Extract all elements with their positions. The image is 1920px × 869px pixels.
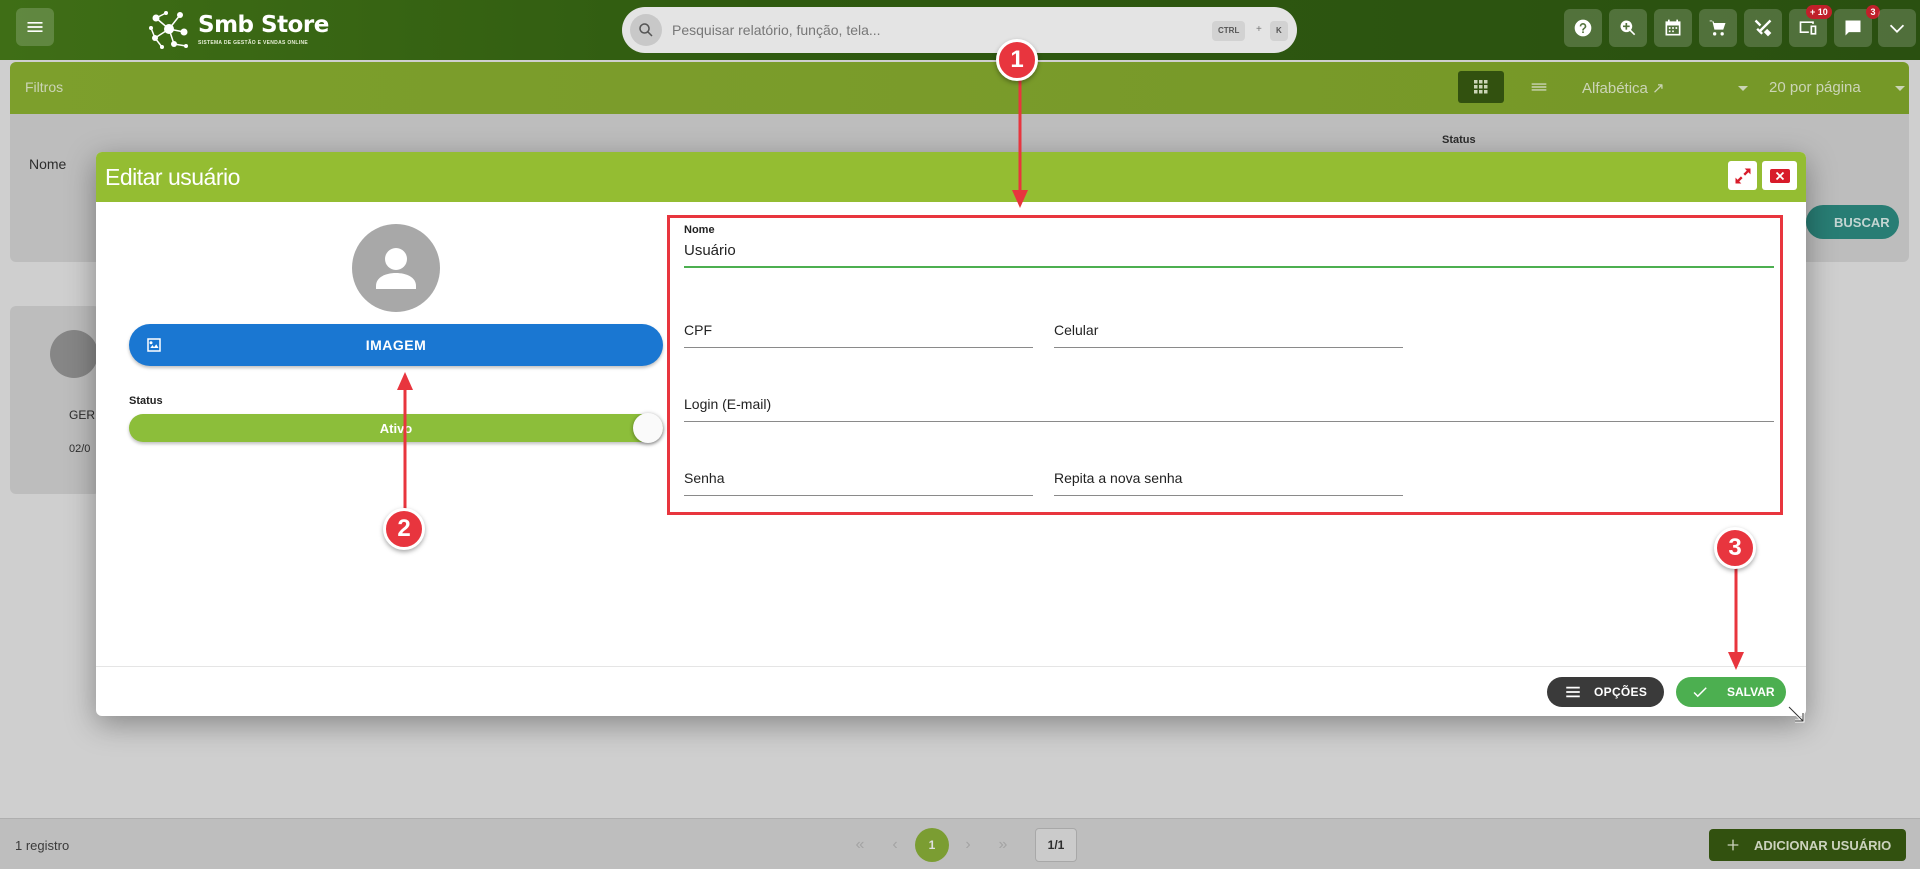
brand-logo[interactable]: Smb Store SISTEMA DE GESTÃO E VENDAS ONL… [146,6,329,52]
toggle-knob[interactable] [633,413,663,443]
save-label: SALVAR [1727,685,1775,699]
help-button[interactable] [1564,9,1602,47]
close-button[interactable] [1762,161,1797,190]
hamburger-icon [27,22,43,32]
tools-icon [1754,19,1772,37]
devices-icon [1799,21,1817,35]
devices-badge: + 10 [1806,5,1832,19]
shortcut-k: K [1270,21,1288,41]
annotation-marker-3: 3 [1714,527,1756,569]
upload-image-label: IMAGEM [365,337,427,353]
network-logo-icon [149,11,188,49]
options-label: OPÇÕES [1594,685,1648,699]
close-icon [1769,168,1790,183]
modal-header: Editar usuário [96,152,1806,202]
zoom-search-icon [1620,20,1636,36]
search-icon [630,14,662,46]
upload-image-button[interactable]: IMAGEM [129,324,663,366]
calendar-icon [1665,19,1681,36]
brand-name: Smb Store [198,12,329,38]
global-search[interactable]: Pesquisar relatório, função, tela... CTR… [622,7,1297,53]
top-bar: Smb Store SISTEMA DE GESTÃO E VENDAS ONL… [0,0,1920,60]
annotation-arrow-2 [397,372,413,510]
cart-button[interactable] [1699,9,1737,47]
expand-icon [1735,168,1750,183]
zoom-button[interactable] [1609,9,1647,47]
search-placeholder[interactable]: Pesquisar relatório, função, tela... [672,22,881,38]
annotation-arrow-1 [1012,80,1028,208]
brand-tagline: SISTEMA DE GESTÃO E VENDAS ONLINE [198,40,309,46]
check-icon [1693,687,1707,698]
user-photo [352,224,440,312]
shortcut-ctrl: CTRL [1212,21,1246,41]
chevron-down-icon [1889,24,1905,33]
annotation-highlight-box [667,215,1783,515]
calendar-button[interactable] [1654,9,1692,47]
menu-lines-icon [1566,686,1580,698]
user-menu-button[interactable] [1878,9,1916,47]
annotation-marker-2: 2 [383,508,425,550]
maximize-button[interactable] [1728,161,1757,190]
menu-button[interactable] [16,8,54,46]
image-icon [147,338,161,352]
tools-button[interactable] [1744,9,1782,47]
modal-footer-divider [96,666,1806,667]
modal-title: Editar usuário [105,164,240,190]
cart-icon [1709,20,1726,36]
shortcut-plus: + [1256,24,1262,35]
person-icon [376,248,416,289]
annotation-arrow-3 [1728,568,1744,670]
save-button[interactable]: SALVAR [1676,677,1786,707]
resize-handle-icon[interactable] [1786,704,1808,726]
help-icon [1574,19,1592,37]
options-button[interactable]: OPÇÕES [1547,677,1664,707]
chat-icon [1845,20,1861,36]
status-label: Status [129,395,163,407]
annotation-marker-1: 1 [996,39,1038,81]
